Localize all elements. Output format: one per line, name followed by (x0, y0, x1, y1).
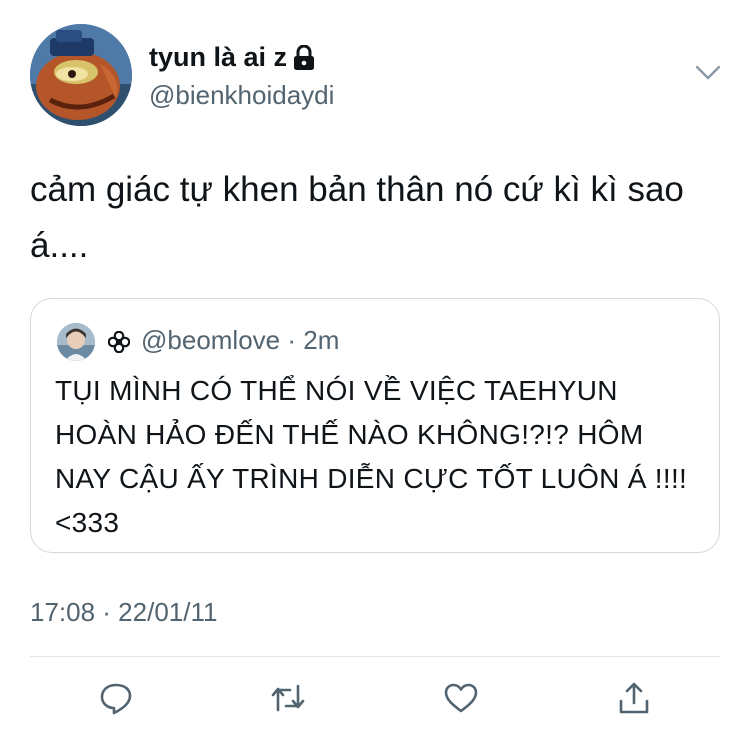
person-avatar-icon (57, 323, 95, 361)
quoted-tweet-text: TỤI MÌNH CÓ THỂ NÓI VỀ VIỆC TAEHYUN HOÀN… (55, 375, 688, 538)
quoted-handle[interactable]: @beomlove (141, 325, 280, 355)
share-icon[interactable] (616, 680, 652, 716)
author-handle[interactable]: @bienkhoidaydi (149, 80, 334, 111)
quoted-separator: · (287, 325, 297, 355)
divider (30, 656, 720, 657)
author-avatar[interactable] (30, 24, 132, 126)
quoted-avatar[interactable] (57, 323, 95, 361)
chevron-down-icon[interactable] (695, 64, 721, 82)
quoted-tweet[interactable]: @beomlove · 2m TỤI MÌNH CÓ THỂ NÓI VỀ VI… (30, 298, 720, 553)
retweet-icon[interactable] (270, 680, 306, 716)
like-icon[interactable] (443, 680, 479, 716)
tweet-text: cảm giác tự khen bản thân nó cứ kì kì sa… (30, 170, 684, 265)
cartoon-fish-avatar-icon (30, 24, 132, 126)
lock-icon (293, 44, 315, 71)
quoted-time[interactable]: 2m (303, 325, 339, 355)
display-name-text: tyun là ai z (149, 42, 288, 72)
flower-icon (107, 330, 131, 354)
quoted-meta: @beomlove · 2m (141, 325, 339, 356)
author-display-name[interactable]: tyun là ai z (149, 42, 315, 73)
reply-icon[interactable] (98, 680, 134, 716)
tweet-timestamp[interactable]: 17:08 · 22/01/11 (30, 597, 217, 628)
